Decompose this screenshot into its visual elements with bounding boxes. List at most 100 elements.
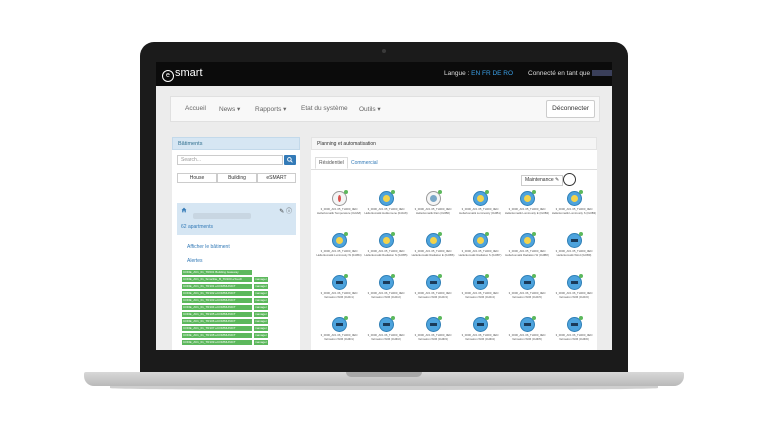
- device-label: 3_0000_AV1 05_TH000_0EN Hellerkomatik Lu…: [551, 207, 597, 215]
- nav-outils[interactable]: Outils ▾: [359, 105, 381, 113]
- device-tag[interactable]: CODE_AV1_01_TR101 eCOMMUNICT: [182, 284, 252, 289]
- device-tile[interactable]: 3_0000_AV1 05_TH000_0EN Hellerkomatik Lu…: [315, 232, 363, 273]
- device-tag-row[interactable]: CODE_AV1_01_Smartlite_B_TR100 eTouch mana…: [182, 277, 268, 282]
- edit-info-icons[interactable]: ✎ ⓘ: [279, 206, 292, 215]
- camera-icon: [382, 49, 386, 53]
- device-tile[interactable]: 3_0000_AV1 06_TH000_0EN Velmatron W06 (0…: [409, 316, 457, 350]
- device-tile[interactable]: 3_0000_AV1 06_TH000_0EN Velmatron W06 (0…: [409, 274, 457, 315]
- device-tag-row[interactable]: CODE_AV1_01_TR109 eCOMMUNICT manager: [182, 340, 268, 345]
- device-tag[interactable]: CODE_AV1_01_TR108 eCOMMUNICT: [182, 333, 252, 338]
- nav-news[interactable]: News ▾: [219, 105, 240, 113]
- device-tile[interactable]: 3_0000_AV1 05_TH000_0EN Hellerkomatik He…: [362, 190, 410, 231]
- manager-tag[interactable]: manager: [254, 284, 268, 289]
- segment-esmart[interactable]: eSMART: [257, 173, 296, 183]
- device-tile[interactable]: 3_0000_AV1 06_TH000_0EN Velmatron W06 (0…: [456, 316, 504, 350]
- device-tile[interactable]: 3_0000_AV1 05_TH000_0EN Hellerkomatik Te…: [315, 190, 363, 231]
- device-tile[interactable]: 3_0000_AV1 05_TH000_0EN Hellerkomatik Lu…: [456, 190, 504, 231]
- link-alerts[interactable]: Alertes: [187, 258, 203, 264]
- manager-tag[interactable]: manager: [254, 326, 268, 331]
- automation-panel: Planning et automatisation Résidentiel C…: [311, 137, 597, 350]
- device-tile[interactable]: 3_0000_AV1 06_TH000_0EN Velmatron W06 (0…: [456, 274, 504, 315]
- device-tile[interactable]: 3_0000_AV1 05_TH000_0EN Hellerkomatik Ra…: [456, 232, 504, 273]
- device-tag[interactable]: CODE_AV1_01_Smartlite_B_TR100 eTouch: [182, 277, 252, 282]
- online-badge: [391, 274, 395, 278]
- device-label: 3_0000_AV1 05_TH000_0EN Hellerkomatik Te…: [317, 207, 361, 215]
- online-badge: [344, 274, 348, 278]
- online-badge: [438, 316, 442, 320]
- device-tile[interactable]: 3_0000_AV1 05_TH000_0EN Hellerkomatik Lu…: [503, 190, 551, 231]
- device-label: 3_0000_AV1 05_TH000_0EN Hellerkomatik Ra…: [505, 249, 549, 257]
- device-tag-row[interactable]: CODE_AV1_01_TR104 eCOMMUNICT manager: [182, 305, 268, 310]
- icon-glyph: [571, 281, 578, 284]
- device-tile[interactable]: 3_0000_AV1 05_TH000_0EN Hellerkomatik Ra…: [409, 232, 457, 273]
- device-tag[interactable]: CODE_AV1_01_TR109 eCOMMUNICT: [182, 340, 252, 345]
- device-tile[interactable]: 3_0000_AV1 06_TH000_0EN Velmatron W06 (0…: [503, 274, 551, 315]
- lang-fr[interactable]: FR: [482, 70, 491, 77]
- icon-glyph: [383, 195, 390, 202]
- device-tag[interactable]: CODE_AV1_01_TR105 eCOMMUNICT: [182, 312, 252, 317]
- manager-tag[interactable]: manager: [254, 340, 268, 345]
- esmart-logo[interactable]: e smart: [162, 67, 203, 82]
- device-tag-row[interactable]: CODE_AV1_01_TR001 Building Gateway: [182, 270, 252, 275]
- manager-tag[interactable]: manager: [254, 298, 268, 303]
- device-tag-row[interactable]: CODE_AV1_01_TR102 eCOMMUNICT manager: [182, 291, 268, 296]
- device-tile[interactable]: 3_0000_AV1 05_TH000_0EN Hellerkomatik Lu…: [550, 190, 598, 231]
- lang-ro[interactable]: RO: [503, 70, 513, 77]
- nav-rapports[interactable]: Rapports ▾: [255, 105, 286, 113]
- lang-de[interactable]: DE: [492, 70, 501, 77]
- device-tag[interactable]: CODE_AV1_01_TR104 eCOMMUNICT: [182, 305, 252, 310]
- manager-tag[interactable]: manager: [254, 319, 268, 324]
- device-tag[interactable]: CODE_AV1_01_TR107 eCOMMUNICT: [182, 326, 252, 331]
- device-tag[interactable]: CODE_AV1_01_TR106 eCOMMUNICT: [182, 319, 252, 324]
- device-tile[interactable]: 3_0000_AV1 06_TH000_0EN Velmatron W06 (0…: [503, 316, 551, 350]
- device-label: 3_0000_AV1 06_TH000_0EN Velmatron W06 (0…: [555, 291, 593, 299]
- tab-residentiel[interactable]: Résidentiel: [315, 157, 348, 169]
- device-tile[interactable]: 3_0000_AV1 06_TH000_0EN Velmatron W06 (0…: [362, 316, 410, 350]
- device-tag-row[interactable]: CODE_AV1_01_TR101 eCOMMUNICT manager: [182, 284, 268, 289]
- device-tile[interactable]: 3_0000_AV1 05_TH000_0EN Hellerkomatik Ra…: [362, 232, 410, 273]
- device-tag-row[interactable]: CODE_AV1_01_TR108 eCOMMUNICT manager: [182, 333, 268, 338]
- online-badge: [344, 316, 348, 320]
- device-tile[interactable]: 3_0000_AV1 06_TH000_0EN Velmatron W06 (0…: [550, 274, 598, 315]
- device-tag-row[interactable]: CODE_AV1_01_TR103 eCOMMUNICT manager: [182, 298, 268, 303]
- device-tag-row[interactable]: CODE_AV1_01_TR107 eCOMMUNICT manager: [182, 326, 268, 331]
- search-button[interactable]: [284, 155, 296, 165]
- icon-glyph: [571, 195, 578, 202]
- device-tile[interactable]: 3_0000_AV1 06_TH000_0EN Velmatron W06 (0…: [362, 274, 410, 315]
- link-show-building[interactable]: Afficher le bâtiment: [187, 244, 230, 250]
- tab-commercial[interactable]: Commercial: [351, 160, 378, 166]
- segment-building[interactable]: Building: [217, 173, 257, 183]
- manager-tag[interactable]: manager: [254, 312, 268, 317]
- nav-accueil[interactable]: Accueil: [185, 105, 206, 112]
- manager-tag[interactable]: manager: [254, 277, 268, 282]
- search-input[interactable]: Search...: [177, 155, 283, 165]
- device-label: 3_0000_AV1 05_TH000_0EN Hellerkomatik Ra…: [414, 207, 452, 215]
- maintenance-button[interactable]: Maintenance ✎: [521, 175, 564, 186]
- icon-glyph: [336, 237, 343, 244]
- language-selector: Langue : EN FR DE RO: [444, 70, 514, 77]
- device-label: 3_0000_AV1 05_TH000_0EN Hellerkomatik Lu…: [504, 207, 550, 215]
- device-tile[interactable]: 3_0000_AV1 06_TH000_0EN Velmatron W06 (0…: [550, 316, 598, 350]
- device-tag[interactable]: CODE_AV1_01_TR001 Building Gateway: [182, 270, 252, 275]
- device-tag-row[interactable]: CODE_AV1_01_TR105 eCOMMUNICT manager: [182, 312, 268, 317]
- connected-as: Connecté en tant que: [528, 70, 612, 77]
- segment-house[interactable]: House: [177, 173, 217, 183]
- device-tile[interactable]: 3_0000_AV1 05_TH000_0EN Hellerkomatik Ra…: [503, 232, 551, 273]
- device-tag[interactable]: CODE_AV1_01_TR103 eCOMMUNICT: [182, 298, 252, 303]
- lang-en[interactable]: EN: [471, 70, 480, 77]
- building-card[interactable]: ✎ ⓘ 62 apartments: [177, 203, 296, 235]
- house-avatar-icon[interactable]: [563, 173, 576, 186]
- device-tile[interactable]: 3_0000_AV1 06_TH000_0EN Velmatron W06 (0…: [315, 316, 363, 350]
- device-tag-row[interactable]: CODE_AV1_01_TR106 eCOMMUNICT manager: [182, 319, 268, 324]
- device-tile[interactable]: 3_0000_AV1 05_TH000_0EN Hellerkomatik Wi…: [550, 232, 598, 273]
- nav-etat-systeme[interactable]: Etat du système: [301, 105, 348, 112]
- device-tile[interactable]: 3_0000_AV1 06_TH000_0EN Velmatron W06 (0…: [315, 274, 363, 315]
- manager-tag[interactable]: manager: [254, 291, 268, 296]
- device-label: 3_0000_AV1 05_TH000_0EN Hellerkomatik Ra…: [364, 249, 408, 257]
- icon-glyph: [383, 281, 390, 284]
- device-tile[interactable]: 3_0000_AV1 05_TH000_0EN Hellerkomatik Ra…: [409, 190, 457, 231]
- device-tag[interactable]: CODE_AV1_01_TR102 eCOMMUNICT: [182, 291, 252, 296]
- manager-tag[interactable]: manager: [254, 305, 268, 310]
- manager-tag[interactable]: manager: [254, 333, 268, 338]
- logout-button[interactable]: Déconnecter: [546, 100, 595, 118]
